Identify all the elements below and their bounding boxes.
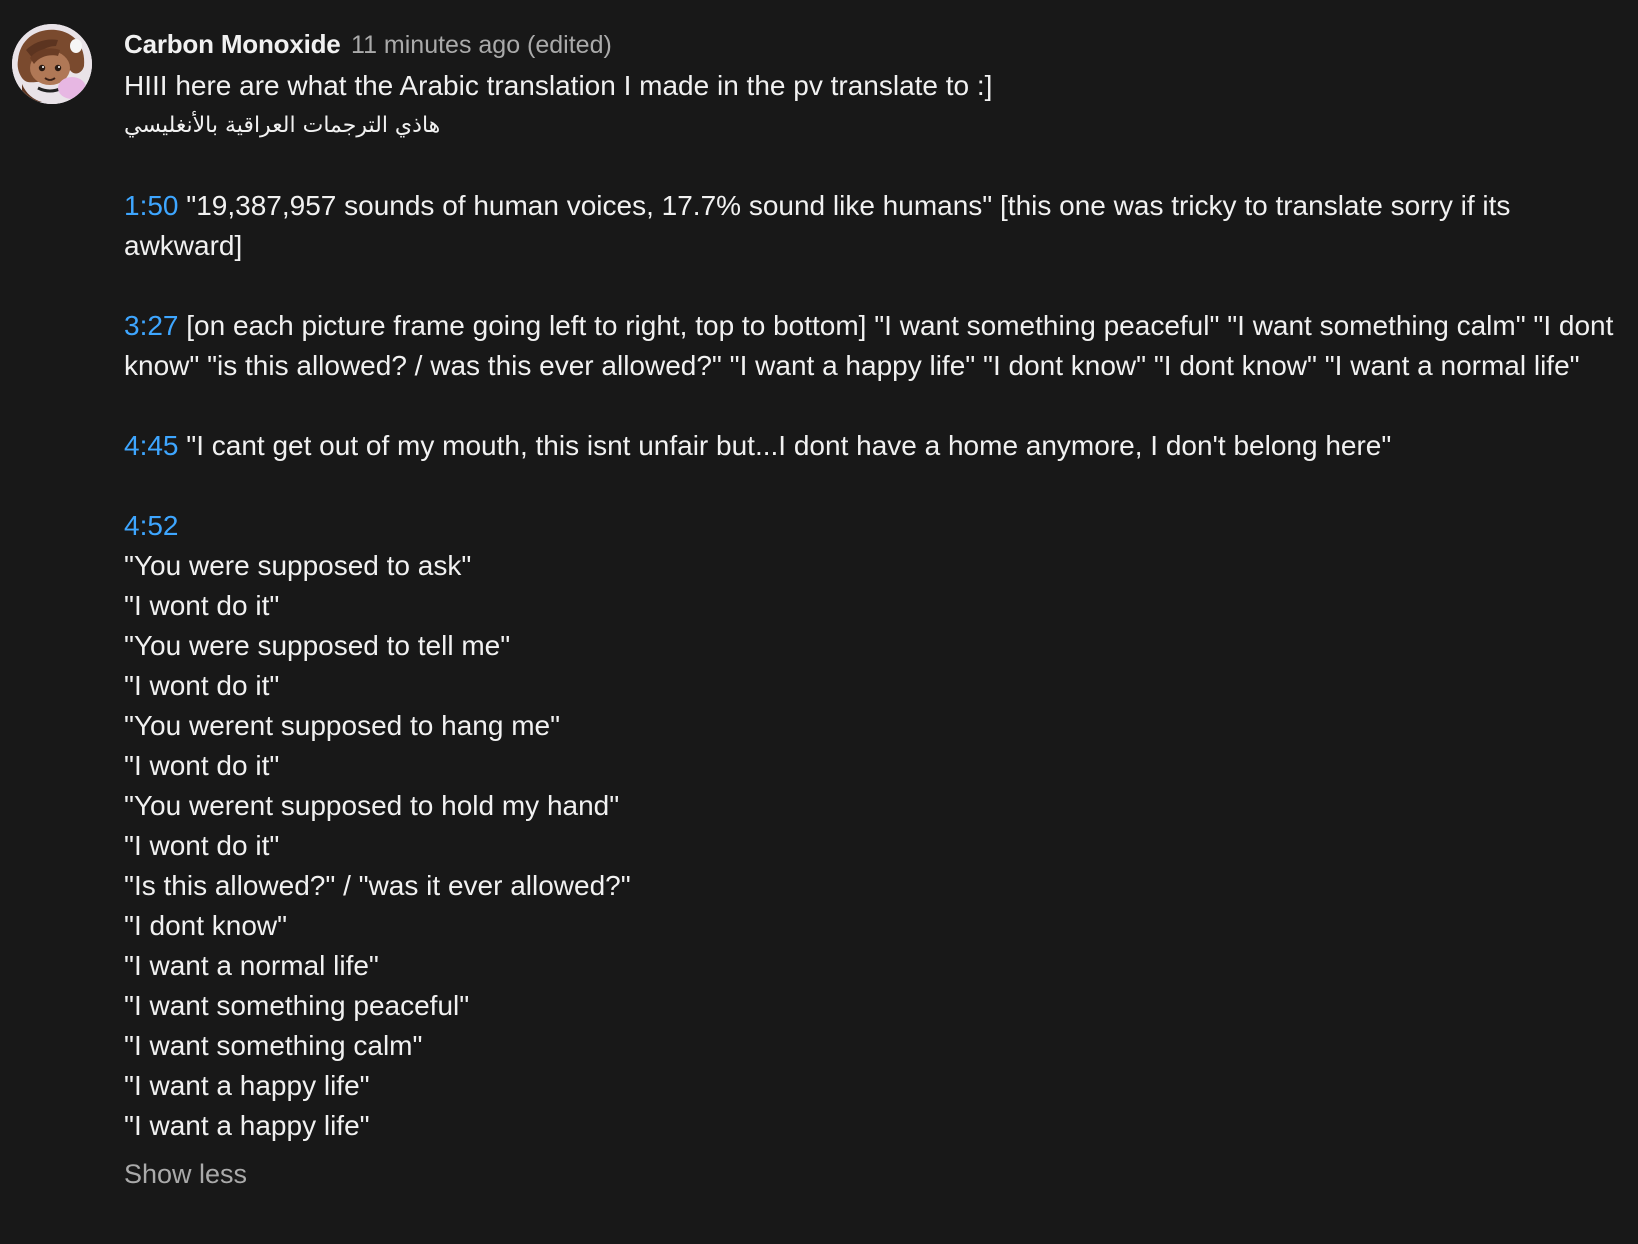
entry-1-50: 1:50 "19,387,957 sounds of human voices,… [124,186,1614,266]
lyric-line: "You were supposed to ask" [124,550,472,581]
lyric-line: "I want something calm" [124,1030,423,1061]
comment-thread: Carbon Monoxide 11 minutes ago (edited) … [0,0,1638,1244]
lyric-line: "I want a happy life" [124,1070,370,1101]
intro-line: HIII here are what the Arabic translatio… [124,70,993,101]
comment-text: HIII here are what the Arabic translatio… [124,66,1614,1146]
entry-4-52: 4:52 [124,506,1614,546]
avatar[interactable] [12,24,92,104]
timestamp-link[interactable]: 4:52 [124,510,179,541]
lyric-line: "I want a happy life" [124,1110,370,1141]
entry-text: [on each picture frame going left to rig… [124,310,1614,381]
lyric-line: "I dont know" [124,910,288,941]
lyric-line: "You werent supposed to hold my hand" [124,790,620,821]
lyrics-list: "You were supposed to ask" "I wont do it… [124,546,1614,1146]
avatar-drawing [12,24,92,104]
author-name[interactable]: Carbon Monoxide [124,29,341,59]
comment-body: Carbon Monoxide 11 minutes ago (edited) … [124,24,1614,1194]
show-less-button[interactable]: Show less [124,1154,247,1194]
lyric-line: "You were supposed to tell me" [124,630,511,661]
arabic-line: هاذي الترجمات العراقية بالأنغليسي [124,113,441,138]
lyric-line: "I wont do it" [124,750,280,781]
lyric-line: "I want a normal life" [124,950,379,981]
lyric-line: "I wont do it" [124,830,280,861]
comment-timestamp[interactable]: 11 minutes ago (edited) [351,31,612,59]
entry-text: "I cant get out of my mouth, this isnt u… [186,430,1392,461]
entry-text: "19,387,957 sounds of human voices, 17.7… [124,190,1511,261]
lyric-line: "I wont do it" [124,670,280,701]
lyric-line: "I want something peaceful" [124,990,470,1021]
lyric-line: "You werent supposed to hang me" [124,710,561,741]
lyric-line: "I wont do it" [124,590,280,621]
comment-header: Carbon Monoxide 11 minutes ago (edited) [124,24,1614,64]
timestamp-link[interactable]: 3:27 [124,310,179,341]
timestamp-link[interactable]: 1:50 [124,190,179,221]
entry-3-27: 3:27 [on each picture frame going left t… [124,306,1614,386]
timestamp-link[interactable]: 4:45 [124,430,179,461]
lyric-line: "Is this allowed?" / "was it ever allowe… [124,870,631,901]
entry-4-45: 4:45 "I cant get out of my mouth, this i… [124,426,1614,466]
